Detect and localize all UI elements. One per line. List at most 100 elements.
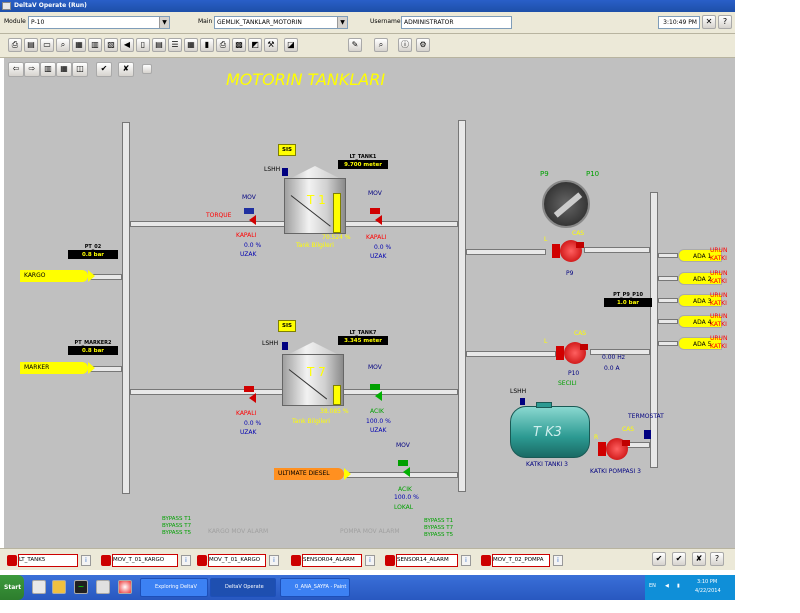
- lt-tank7-value: 3.345 meter: [338, 337, 388, 345]
- info-icon[interactable]: i: [461, 555, 471, 566]
- taskbar-button[interactable]: 0_ANA_SAYFA - Paint: [280, 578, 350, 597]
- lt-tank7-tag[interactable]: LT_TANK7 3.345 meter: [338, 330, 388, 345]
- alarm-item[interactable]: SENSOR14_ALARM i: [385, 554, 471, 567]
- main-select[interactable]: GEMLIK_TANKLAR_MOTORIN ▼: [214, 16, 348, 29]
- settings-icon[interactable]: ⚙: [416, 38, 430, 52]
- alarm-item[interactable]: MOV_T_01_KARGO i: [101, 554, 191, 567]
- clock-field: 3:10:49 PM: [658, 16, 700, 29]
- lt-tank1-tag[interactable]: LT_TANK1 9.700 meter: [338, 154, 388, 169]
- zoom-icon[interactable]: ⌕: [56, 38, 70, 52]
- kargo-line-label[interactable]: KARGO: [20, 270, 95, 282]
- pump-selector-switch[interactable]: [542, 180, 590, 228]
- document-icon[interactable]: ▤: [152, 38, 166, 52]
- tank7-mov-right-valve[interactable]: [368, 384, 382, 402]
- pt02-tag[interactable]: PT_02 0.8 bar: [68, 244, 118, 259]
- tank1-mov-right-valve[interactable]: [368, 208, 382, 226]
- colorbars-icon[interactable]: ▦: [56, 62, 72, 77]
- book-icon[interactable]: ▮: [200, 38, 214, 52]
- info-icon[interactable]: i: [365, 555, 375, 566]
- notes-icon[interactable]: ▥: [88, 38, 102, 52]
- terminal-icon[interactable]: [96, 580, 110, 594]
- grid-icon[interactable]: ▦: [72, 38, 86, 52]
- chevron-down-icon[interactable]: ▼: [337, 17, 347, 28]
- tank7-info-link[interactable]: Tank Bilgileri: [292, 418, 330, 425]
- alarm-item[interactable]: MOV_T_01_KARGO i: [197, 554, 279, 567]
- small-screen-icon[interactable]: [142, 64, 152, 74]
- language-indicator[interactable]: EN: [649, 583, 656, 589]
- monitor-icon[interactable]: ~: [74, 580, 88, 594]
- acknowledge-all-icon[interactable]: ✔: [652, 552, 666, 566]
- screen-icon[interactable]: ▭: [40, 38, 54, 52]
- ultimate-diesel-label[interactable]: ULTIMATE DIESEL: [274, 468, 351, 480]
- graph-icon[interactable]: ◪: [284, 38, 298, 52]
- trend-icon[interactable]: ◩: [248, 38, 262, 52]
- back-icon[interactable]: ◀: [120, 38, 134, 52]
- info-icon[interactable]: ⓘ: [398, 38, 412, 52]
- tank7[interactable]: T 7: [282, 354, 344, 406]
- silence-icon[interactable]: ✘: [118, 62, 134, 77]
- columns-icon[interactable]: ▥: [40, 62, 56, 77]
- pt-marker-tag[interactable]: PT_MARKER2 0.8 bar: [68, 340, 118, 355]
- arrow-right-icon[interactable]: ⇨: [24, 62, 40, 77]
- taskbar-button-label: DeltaV Operate (R...: [225, 584, 264, 607]
- tank7-mov-left-valve[interactable]: [242, 386, 256, 404]
- pump-p9[interactable]: [552, 238, 586, 268]
- tank7-percent: 38.085 %: [320, 408, 349, 415]
- start-button[interactable]: Start: [0, 575, 24, 600]
- browser-icon[interactable]: [118, 580, 132, 594]
- help-icon[interactable]: ?: [718, 15, 732, 29]
- alarm-item[interactable]: LT_TANK5 i: [7, 554, 91, 567]
- network-icon[interactable]: ▮: [677, 583, 680, 589]
- tank7-sis-badge[interactable]: SIS: [278, 320, 296, 332]
- acknowledge-page-icon[interactable]: ✔: [672, 552, 686, 566]
- tank1-sis-badge[interactable]: SIS: [278, 144, 296, 156]
- tank7-lshh-sensor[interactable]: [282, 342, 288, 350]
- info-icon[interactable]: i: [553, 555, 563, 566]
- quicklaunch-icon[interactable]: [32, 580, 46, 594]
- katki-pump[interactable]: [598, 436, 632, 466]
- tank7-mov-right-mode: UZAK: [370, 427, 387, 434]
- page-icon[interactable]: ▯: [136, 38, 150, 52]
- tk3-label: T K3: [533, 425, 562, 440]
- pt-p9-p10-tag[interactable]: PT_P9_P10 1.0 bar: [604, 292, 652, 307]
- marker-line-label[interactable]: MARKER: [20, 362, 95, 374]
- tools-icon[interactable]: ⚒: [264, 38, 278, 52]
- arrow-left-icon[interactable]: ⇦: [8, 62, 24, 77]
- alarm-item[interactable]: MOV_T_02_POMPA i: [481, 554, 563, 567]
- taskbar-button[interactable]: DeltaV Operate (R...: [210, 578, 276, 607]
- info-icon[interactable]: i: [181, 555, 191, 566]
- printer2-icon[interactable]: ⎙: [216, 38, 230, 52]
- info-icon[interactable]: i: [269, 555, 279, 566]
- tank-tk3[interactable]: T K3: [510, 406, 590, 458]
- volume-icon[interactable]: ◀: [665, 583, 669, 589]
- edit-icon[interactable]: ✎: [348, 38, 362, 52]
- taskbar-button[interactable]: Exploring DeltaV: [140, 578, 208, 597]
- ultimate-mov-valve[interactable]: [396, 460, 410, 478]
- search-icon[interactable]: ⌕: [374, 38, 388, 52]
- print-icon[interactable]: ⎙: [8, 38, 22, 52]
- panel-icon[interactable]: ◫: [72, 62, 88, 77]
- close-display-icon[interactable]: ✕: [702, 15, 716, 29]
- katki-pump-name: KATKI POMPASI 3: [590, 468, 641, 475]
- info-icon[interactable]: i: [81, 555, 91, 566]
- folder-icon[interactable]: [52, 580, 66, 594]
- chart-icon[interactable]: ▩: [232, 38, 246, 52]
- tank1[interactable]: T 1: [284, 178, 346, 234]
- layers-icon[interactable]: ▧: [104, 38, 118, 52]
- alarm-text: SENSOR14_ALARM: [397, 557, 449, 563]
- tk3-lshh-sensor[interactable]: [520, 398, 525, 405]
- list-icon[interactable]: ☰: [168, 38, 182, 52]
- thermostat-sensor[interactable]: [644, 430, 651, 439]
- tank1-mov-left-valve[interactable]: [242, 208, 256, 226]
- pump-p10[interactable]: [556, 340, 590, 370]
- tank1-info-link[interactable]: Tank Bilgileri: [296, 242, 334, 249]
- tank1-lshh-sensor[interactable]: [282, 168, 288, 176]
- help-icon[interactable]: ?: [710, 552, 724, 566]
- alarm-item[interactable]: SENSOR04_ALARM i: [291, 554, 375, 567]
- module-select[interactable]: P-10 ▼: [28, 16, 170, 29]
- table-icon[interactable]: ▦: [184, 38, 198, 52]
- printer-icon[interactable]: ▤: [24, 38, 38, 52]
- chevron-down-icon[interactable]: ▼: [159, 17, 169, 28]
- acknowledge-icon[interactable]: ✔: [96, 62, 112, 77]
- silence-horn-icon[interactable]: ✘: [692, 552, 706, 566]
